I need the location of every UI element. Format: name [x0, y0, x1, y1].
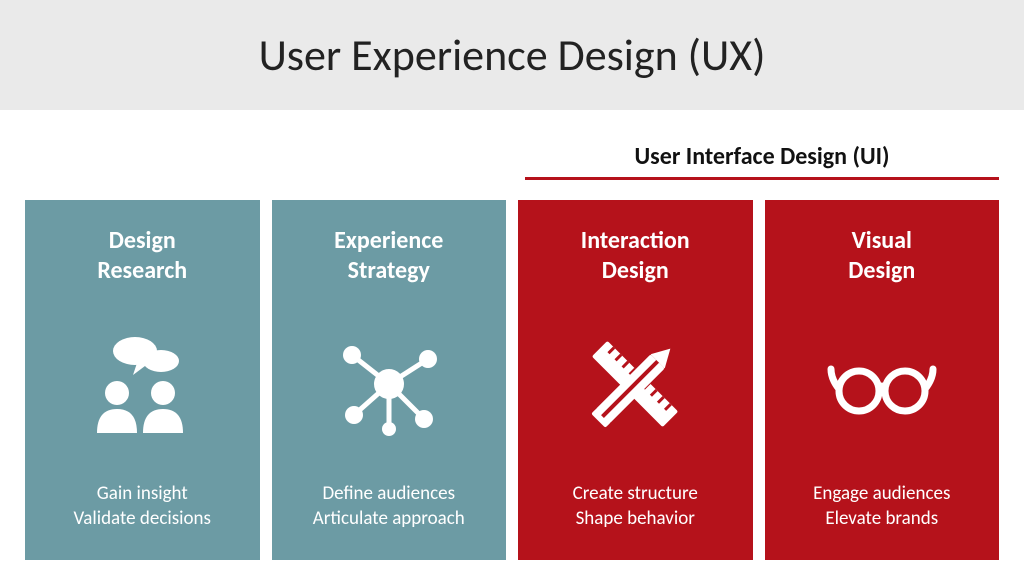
ui-subheader: User Interface Design (UI): [525, 142, 999, 180]
card-desc: Define audiences Articulate approach: [313, 481, 465, 532]
card-title: Design Research: [97, 224, 187, 288]
ui-subheader-title: User Interface Design (UI): [525, 142, 999, 177]
subheader-row: User Interface Design (UI): [0, 110, 1024, 200]
page-header: User Experience Design (UX): [0, 0, 1024, 110]
card-design-research: Design Research Gain insight Validate de…: [25, 200, 260, 560]
network-nodes-icon: [288, 288, 491, 481]
card-title: Visual Design: [848, 224, 915, 288]
card-desc: Gain insight Validate decisions: [74, 481, 211, 532]
card-desc: Engage audiences Elevate brands: [813, 481, 950, 532]
card-experience-strategy: Experience Strategy: [272, 200, 507, 560]
card-title: Experience Strategy: [334, 224, 443, 288]
pencil-ruler-icon: [534, 288, 737, 481]
cards-row: Design Research Gain insight Validate de…: [0, 200, 1024, 560]
glasses-icon: [781, 288, 984, 481]
people-chat-icon: [41, 288, 244, 481]
card-visual-design: Visual Design Engage audiences Elevate b…: [765, 200, 1000, 560]
page-title: User Experience Design (UX): [259, 28, 766, 82]
card-title: Interaction Design: [581, 224, 690, 288]
card-interaction-design: Interaction Design: [518, 200, 753, 560]
card-desc: Create structure Shape behavior: [573, 481, 698, 532]
ui-subheader-rule: [525, 177, 999, 180]
